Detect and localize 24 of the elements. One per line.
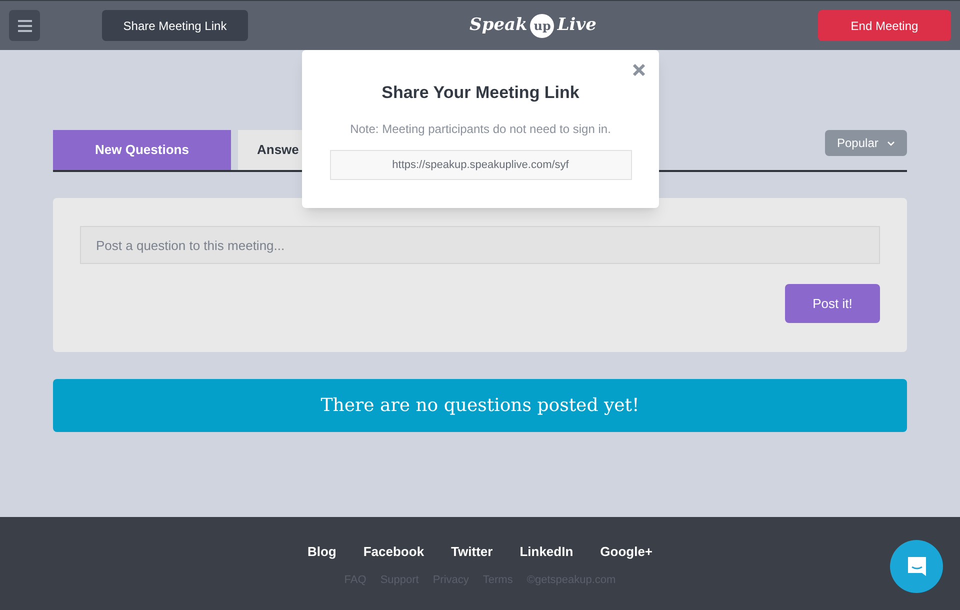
logo-text: Live (557, 14, 596, 37)
footer-link[interactable]: Facebook (363, 542, 424, 562)
menu-button[interactable] (9, 10, 40, 41)
logo-bubble: up (530, 14, 554, 38)
close-icon (632, 63, 646, 77)
link-field[interactable]: https://speakup.speakuplive.com/syf (330, 150, 632, 180)
question-field[interactable]: Post a question to this meeting... (80, 226, 880, 264)
logo-text: Speak (470, 14, 528, 37)
post-button[interactable]: Post it! (785, 284, 880, 323)
sort-dropdown[interactable]: Popular (825, 130, 907, 156)
footer-link[interactable]: Google+ (600, 542, 653, 562)
footer-link[interactable]: Twitter (451, 542, 493, 562)
menu-icon (18, 20, 32, 32)
end-meeting-button[interactable]: End Meeting (818, 10, 951, 41)
tab[interactable]: New Questions (53, 130, 231, 170)
dialog-note: Note: Meeting participants do not need to sign in. (350, 120, 611, 138)
share-link-button[interactable]: Share Meeting Link (102, 10, 248, 41)
chat-icon (906, 556, 928, 578)
footer-link[interactable]: Blog (307, 542, 336, 562)
close-button[interactable] (631, 62, 647, 78)
footer-link[interactable]: LinkedIn (520, 542, 574, 562)
dialog-title: Share Your Meeting Link (382, 82, 580, 104)
empty-notice: There are no questions posted yet! (53, 379, 907, 432)
chevron-down-icon (887, 140, 895, 146)
